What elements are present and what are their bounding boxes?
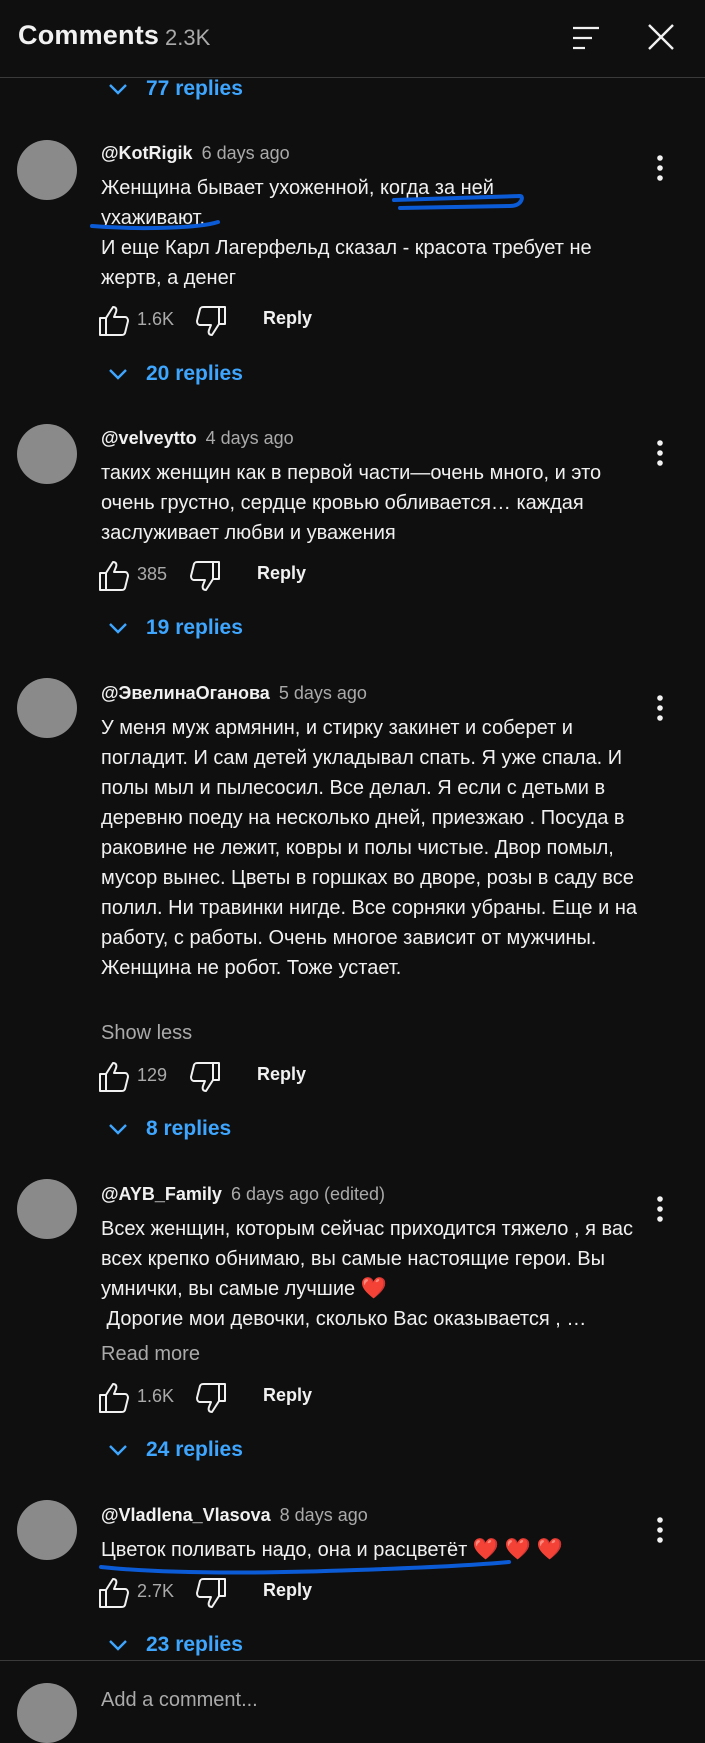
- like-count: 385: [137, 564, 168, 584]
- avatar[interactable]: [17, 1500, 77, 1560]
- chevron-down-icon: [109, 84, 127, 95]
- comment-text: Всех женщин, которым сейчас приходится т…: [101, 1214, 641, 1334]
- add-comment-input[interactable]: Add a comment...: [101, 1689, 258, 1712]
- close-icon[interactable]: [640, 16, 682, 58]
- comment-author[interactable]: @ЭвелинаОганова: [101, 683, 270, 703]
- thumbs-up-icon[interactable]: [97, 1380, 131, 1416]
- comment-actions: 385 Reply: [97, 558, 397, 594]
- like-count: 2.7K: [137, 1581, 175, 1601]
- replies-toggle[interactable]: 8 replies: [104, 1112, 231, 1146]
- comment-line: таких женщин как в первой части—очень мн…: [101, 462, 602, 544]
- thumbs-down-icon[interactable]: [194, 1575, 228, 1611]
- comment-time: 6 days ago (edited): [230, 1184, 386, 1204]
- comment-actions: 2.7K Reply: [97, 1575, 397, 1611]
- chevron-down-icon: [109, 1640, 127, 1651]
- comments-header: Comments 2.3K: [0, 0, 705, 78]
- reply-button[interactable]: Reply: [263, 308, 312, 329]
- like-count: 1.6K: [137, 309, 175, 329]
- thumbs-down-icon[interactable]: [188, 558, 222, 594]
- comment-actions: 1.6K Reply: [97, 303, 397, 339]
- comment-meta: @velveytto 4 days ago: [101, 428, 294, 449]
- comment-time: 4 days ago: [205, 428, 294, 448]
- comment-actions: 1.6K Reply: [97, 1380, 397, 1416]
- thumbs-up-icon[interactable]: [97, 1059, 131, 1095]
- replies-count: 19 replies: [146, 616, 243, 639]
- avatar: [17, 1683, 77, 1743]
- reply-button[interactable]: Reply: [257, 1064, 306, 1085]
- reply-button[interactable]: Reply: [263, 1385, 312, 1406]
- comment-line: Цветок поливать надо, она и расцветёт ❤️…: [101, 1535, 661, 1565]
- comment-line: Дорогие мои девочки, сколько Вас оказыва…: [101, 1308, 587, 1330]
- replies-toggle[interactable]: 77 replies: [104, 72, 243, 106]
- read-more-button[interactable]: Read more: [101, 1343, 200, 1366]
- comment-text: Цветок поливать надо, она и расцветёт ❤️…: [101, 1535, 661, 1565]
- chevron-down-icon: [109, 1124, 127, 1135]
- avatar[interactable]: [17, 678, 77, 738]
- replies-count: 20 replies: [146, 362, 243, 385]
- heart-emoji: ❤️: [360, 1277, 387, 1300]
- comment-author[interactable]: @AYB_Family: [101, 1184, 222, 1204]
- thumbs-down-icon[interactable]: [194, 303, 228, 339]
- reply-button[interactable]: Reply: [257, 563, 306, 584]
- replies-toggle[interactable]: 23 replies: [104, 1628, 243, 1662]
- replies-toggle[interactable]: 24 replies: [104, 1433, 243, 1467]
- comment-text: У меня муж армянин, и стирку закинет и с…: [101, 713, 646, 983]
- comment-author[interactable]: @velveytto: [101, 428, 197, 448]
- chevron-down-icon: [109, 1445, 127, 1456]
- comment-text: таких женщин как в первой части—очень мн…: [101, 458, 621, 548]
- like-count: 1.6K: [137, 1386, 175, 1406]
- comment-line: У меня муж армянин, и стирку закинет и с…: [101, 717, 638, 979]
- chevron-down-icon: [109, 369, 127, 380]
- thumbs-up-icon[interactable]: [97, 303, 131, 339]
- replies-count: 8 replies: [146, 1117, 232, 1140]
- more-vertical-icon[interactable]: [642, 690, 678, 726]
- comment-time: 5 days ago: [278, 683, 367, 703]
- comment-time: 8 days ago: [279, 1505, 368, 1525]
- show-less-button[interactable]: Show less: [101, 1022, 192, 1045]
- comment-meta: @AYB_Family 6 days ago (edited): [101, 1184, 385, 1205]
- replies-toggle[interactable]: 20 replies: [104, 357, 243, 391]
- comment-line: И еще Карл Лагерфельд сказал - красота т…: [101, 237, 592, 289]
- comment-line: Женщина бывает ухоженной, когда за ней у…: [101, 177, 494, 229]
- thumbs-down-icon[interactable]: [188, 1059, 222, 1095]
- thumbs-down-icon[interactable]: [194, 1380, 228, 1416]
- comment-actions: 129 Reply: [97, 1059, 397, 1095]
- comment-line-text: Цветок поливать надо, она и расцветёт: [101, 1539, 468, 1561]
- comment-author[interactable]: @KotRigik: [101, 143, 193, 163]
- more-vertical-icon[interactable]: [642, 1191, 678, 1227]
- avatar[interactable]: [17, 424, 77, 484]
- avatar[interactable]: [17, 1179, 77, 1239]
- comments-count: 2.3K: [165, 25, 211, 50]
- thumbs-up-icon[interactable]: [97, 558, 131, 594]
- more-vertical-icon[interactable]: [642, 150, 678, 186]
- like-count: 129: [137, 1065, 168, 1085]
- chevron-down-icon: [109, 623, 127, 634]
- heart-emoji: ❤️ ❤️ ❤️: [472, 1538, 563, 1561]
- sort-icon[interactable]: [566, 20, 606, 56]
- replies-count: 77 replies: [146, 77, 243, 100]
- comment-meta: @KotRigik 6 days ago: [101, 143, 290, 164]
- comments-title: Comments: [18, 20, 160, 50]
- replies-count: 24 replies: [146, 1438, 243, 1461]
- more-vertical-icon[interactable]: [642, 435, 678, 471]
- comment-author[interactable]: @Vladlena_Vlasova: [101, 1505, 271, 1525]
- comment-time: 6 days ago: [201, 143, 290, 163]
- replies-toggle[interactable]: 19 replies: [104, 611, 243, 645]
- comment-composer: Add a comment...: [0, 1660, 705, 1743]
- comment-meta: @Vladlena_Vlasova 8 days ago: [101, 1505, 368, 1526]
- comment-line: Всех женщин, которым сейчас приходится т…: [101, 1214, 641, 1304]
- comment-meta: @ЭвелинаОганова 5 days ago: [101, 683, 367, 704]
- replies-count: 23 replies: [146, 1633, 243, 1656]
- avatar[interactable]: [17, 140, 77, 200]
- comment-text: Женщина бывает ухоженной, когда за ней у…: [101, 173, 641, 293]
- thumbs-up-icon[interactable]: [97, 1575, 131, 1611]
- reply-button[interactable]: Reply: [263, 1580, 312, 1601]
